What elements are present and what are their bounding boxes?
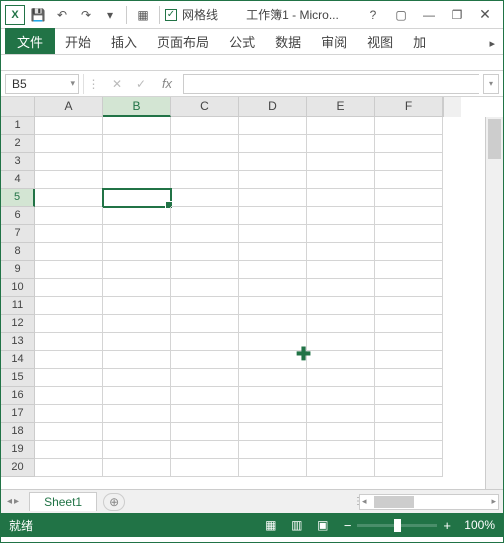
- row-header-18[interactable]: 18: [1, 423, 35, 441]
- worksheet-grid: A B C D E F 1 2 3 4 5 6 7 8 9 10 11 12 1…: [1, 97, 503, 489]
- row-header-4[interactable]: 4: [1, 171, 35, 189]
- sheet-tab-sheet1[interactable]: Sheet1: [29, 492, 97, 511]
- col-header-F[interactable]: F: [375, 97, 443, 117]
- row-header-15[interactable]: 15: [1, 369, 35, 387]
- tab-page-layout[interactable]: 页面布局: [147, 28, 219, 54]
- column-headers: A B C D E F: [1, 97, 503, 117]
- row-header-16[interactable]: 16: [1, 387, 35, 405]
- status-bar: 就绪 ▦ ▥ ▣ − + 100%: [1, 513, 503, 537]
- view-page-layout-icon[interactable]: ▥: [284, 515, 310, 535]
- new-sheet-button[interactable]: ⊕: [103, 493, 125, 511]
- sheet-nav: ◂ ▸: [1, 496, 25, 507]
- row-header-7[interactable]: 7: [1, 225, 35, 243]
- row-header-14[interactable]: 14: [1, 351, 35, 369]
- select-all-corner[interactable]: [1, 97, 35, 117]
- window-controls: ? ▢ — ❐ ✕: [359, 4, 499, 26]
- tab-addins[interactable]: 加: [403, 28, 430, 54]
- ribbon-display-options-icon[interactable]: ▢: [387, 4, 415, 26]
- qat-customize-dropdown-icon[interactable]: ▾: [99, 4, 121, 26]
- row-header-5[interactable]: 5: [1, 189, 35, 207]
- file-tab[interactable]: 文件: [5, 28, 55, 54]
- row-header-19[interactable]: 19: [1, 441, 35, 459]
- undo-icon[interactable]: ↶: [51, 4, 73, 26]
- close-button[interactable]: ✕: [471, 4, 499, 26]
- ribbon-tabs: 文件 开始 插入 页面布局 公式 数据 审阅 视图 加 ▸: [1, 29, 503, 55]
- row-header-2[interactable]: 2: [1, 135, 35, 153]
- sheet-nav-next-icon[interactable]: ▸: [14, 496, 19, 507]
- row-header-3[interactable]: 3: [1, 153, 35, 171]
- separator: [159, 6, 160, 24]
- tab-insert[interactable]: 插入: [101, 28, 147, 54]
- col-header-C[interactable]: C: [171, 97, 239, 117]
- row-header-20[interactable]: 20: [1, 459, 35, 477]
- row-header-17[interactable]: 17: [1, 405, 35, 423]
- sheet-nav-prev-icon[interactable]: ◂: [7, 496, 12, 507]
- gridlines-checkbox[interactable]: ✓: [165, 9, 177, 21]
- col-header-B[interactable]: B: [103, 97, 171, 117]
- zoom-percent[interactable]: 100%: [457, 518, 495, 532]
- redo-icon[interactable]: ↷: [75, 4, 97, 26]
- fx-icon[interactable]: fx: [155, 74, 179, 94]
- zoom-in-button[interactable]: +: [443, 518, 451, 533]
- view-normal-icon[interactable]: ▦: [258, 515, 284, 535]
- row-header-8[interactable]: 8: [1, 243, 35, 261]
- active-cell-B5[interactable]: [103, 189, 171, 207]
- horizontal-scrollbar[interactable]: [359, 494, 499, 510]
- row-headers: 1 2 3 4 5 6 7 8 9 10 11 12 13 14 15 16 1…: [1, 117, 35, 489]
- minimize-button[interactable]: —: [415, 4, 443, 26]
- quick-access-toolbar: X 💾 ↶ ↷ ▾ ▦ ✓ 网格线: [5, 4, 218, 26]
- excel-app-icon[interactable]: X: [5, 5, 25, 25]
- zoom-out-button[interactable]: −: [344, 518, 352, 533]
- horizontal-scroll-thumb[interactable]: [374, 496, 414, 508]
- grid-body: 1 2 3 4 5 6 7 8 9 10 11 12 13 14 15 16 1…: [1, 117, 503, 489]
- vertical-scroll-thumb[interactable]: [488, 119, 501, 159]
- sheet-tab-bar: ◂ ▸ Sheet1 ⊕ ⋮: [1, 489, 503, 513]
- row-header-11[interactable]: 11: [1, 297, 35, 315]
- scrollbar-corner: [443, 97, 461, 117]
- view-page-break-icon[interactable]: ▣: [310, 515, 336, 535]
- formula-input[interactable]: [183, 74, 479, 94]
- view-shortcuts: ▦ ▥ ▣: [258, 515, 336, 535]
- cancel-icon[interactable]: ✕: [107, 74, 127, 94]
- row-header-10[interactable]: 10: [1, 279, 35, 297]
- tab-formulas[interactable]: 公式: [219, 28, 265, 54]
- gridlines-label[interactable]: 网格线: [182, 6, 218, 23]
- status-ready: 就绪: [9, 517, 33, 534]
- tab-review[interactable]: 审阅: [311, 28, 357, 54]
- save-icon[interactable]: 💾: [27, 4, 49, 26]
- row-header-1[interactable]: 1: [1, 117, 35, 135]
- tab-view[interactable]: 视图: [357, 28, 403, 54]
- tab-data[interactable]: 数据: [265, 28, 311, 54]
- zoom-slider[interactable]: [357, 524, 437, 527]
- border-grid-icon[interactable]: ▦: [132, 4, 154, 26]
- insert-function-sep-icon: ⋮: [83, 74, 103, 94]
- help-button[interactable]: ?: [359, 4, 387, 26]
- title-bar: X 💾 ↶ ↷ ▾ ▦ ✓ 网格线 工作簿1 - Micro... ? ▢ — …: [1, 1, 503, 29]
- formula-bar: B5 ⋮ ✕ ✓ fx ▾: [1, 71, 503, 97]
- expand-formula-bar-icon[interactable]: ▾: [483, 74, 499, 94]
- vertical-scrollbar[interactable]: [485, 117, 503, 489]
- window-title: 工作簿1 - Micro...: [218, 6, 359, 23]
- row-header-6[interactable]: 6: [1, 207, 35, 225]
- cells-area[interactable]: ✚: [35, 117, 485, 489]
- restore-button[interactable]: ❐: [443, 4, 471, 26]
- row-header-9[interactable]: 9: [1, 261, 35, 279]
- ribbon-scroll-right-icon[interactable]: ▸: [481, 33, 503, 54]
- row-header-12[interactable]: 12: [1, 315, 35, 333]
- col-header-E[interactable]: E: [307, 97, 375, 117]
- col-header-D[interactable]: D: [239, 97, 307, 117]
- enter-icon[interactable]: ✓: [131, 74, 151, 94]
- ribbon-collapsed-area: [1, 55, 503, 71]
- name-box[interactable]: B5: [5, 74, 79, 94]
- separator: [126, 6, 127, 24]
- col-header-A[interactable]: A: [35, 97, 103, 117]
- tab-home[interactable]: 开始: [55, 28, 101, 54]
- zoom-control: − + 100%: [344, 518, 495, 533]
- row-header-13[interactable]: 13: [1, 333, 35, 351]
